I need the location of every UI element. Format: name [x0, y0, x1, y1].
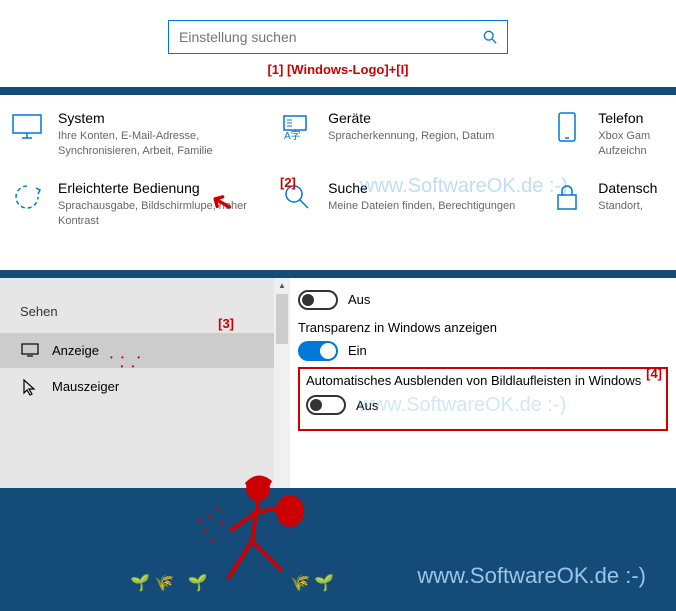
toggle-label: Aus [348, 292, 370, 307]
setting-scrollbar-title: Automatisches Ausblenden von Bildlauflei… [306, 373, 660, 388]
tile-desc: Spracherkennung, Region, Datum [328, 129, 550, 144]
tile-geraete[interactable]: A字 Geräte Spracherkennung, Region, Datum [280, 110, 550, 160]
toggle-label: Ein [348, 343, 367, 358]
privacy-icon [550, 180, 584, 214]
ease-of-access-icon [10, 180, 44, 214]
sidebar-item-label: Mauszeiger [52, 379, 119, 394]
system-icon [10, 110, 44, 144]
scroll-up-icon[interactable]: ▲ [274, 278, 290, 294]
annotation-2: [2] [280, 175, 296, 190]
tile-desc: Ihre Konten, E-Mail-Adresse, Synchronisi… [58, 129, 280, 160]
toggle-scrollbar[interactable] [306, 395, 346, 415]
grass-decoration: 🌾 🌱 [290, 573, 334, 593]
highlight-scrollbar-setting: Automatisches Ausblenden von Bildlauflei… [298, 367, 668, 431]
sidebar-item-label: Anzeige [52, 343, 99, 358]
settings-search-box[interactable] [168, 20, 508, 54]
watermark: www.SoftwareOK.de :-) [358, 394, 566, 417]
annotation-3: [3] [218, 316, 234, 331]
tile-title: Geräte [328, 110, 550, 126]
setting-transparency-title: Transparenz in Windows anzeigen [298, 320, 668, 335]
toggle-off-1[interactable] [298, 290, 338, 310]
tile-desc: Meine Dateien finden, Berechtigungen [328, 199, 550, 214]
toggle-transparency[interactable] [298, 341, 338, 361]
phone-icon [550, 110, 584, 144]
tile-desc: Standort, [598, 199, 666, 214]
search-icon [483, 30, 497, 44]
annotation-4: [4] [646, 366, 662, 381]
watermark: www.SoftwareOK.de :-) [417, 563, 646, 589]
sidebar-scrollbar[interactable]: ▲ [274, 278, 290, 488]
grass-decoration: 🌱 🌾 🌱 [130, 573, 208, 593]
tile-telefon[interactable]: Telefon Xbox Gam Aufzeichn [550, 110, 666, 160]
tile-system[interactable]: System Ihre Konten, E-Mail-Adresse, Sync… [10, 110, 280, 160]
scroll-thumb[interactable] [276, 294, 288, 344]
sidebar: Sehen [3] Anzeige • • • • • Mauszeiger ▲ [0, 278, 290, 488]
settings-content: Aus Transparenz in Windows anzeigen Ein … [290, 278, 676, 488]
display-icon [20, 343, 40, 357]
tile-title: Suche [328, 180, 550, 196]
tile-desc: Xbox Gam Aufzeichn [598, 129, 666, 160]
search-input[interactable] [179, 29, 483, 45]
cursor-icon [20, 378, 40, 396]
annotation-dots: • • • • • [110, 353, 143, 371]
tile-title: Erleichterte Bedienung [58, 180, 280, 196]
tile-suche[interactable]: Suche Meine Dateien finden, Berechtigung… [280, 180, 550, 230]
annotation-1: [1] [Windows-Logo]+[I] [0, 62, 676, 77]
tile-title: Telefon [598, 110, 666, 126]
sidebar-item-anzeige[interactable]: Anzeige [0, 333, 290, 368]
devices-icon: A字 [280, 110, 314, 144]
tile-erleichterte-bedienung[interactable]: Erleichterte Bedienung Sprachausgabe, Bi… [10, 180, 280, 230]
sidebar-header: Sehen [0, 296, 290, 333]
tile-title: System [58, 110, 280, 126]
tile-datenschutz[interactable]: Datensch Standort, [550, 180, 666, 230]
svg-text:A字: A字 [284, 129, 301, 140]
tile-title: Datensch [598, 180, 666, 196]
tile-desc: Sprachausgabe, Bildschirmlupe, hoher Kon… [58, 199, 280, 230]
sidebar-item-mauszeiger[interactable]: Mauszeiger [0, 368, 290, 406]
